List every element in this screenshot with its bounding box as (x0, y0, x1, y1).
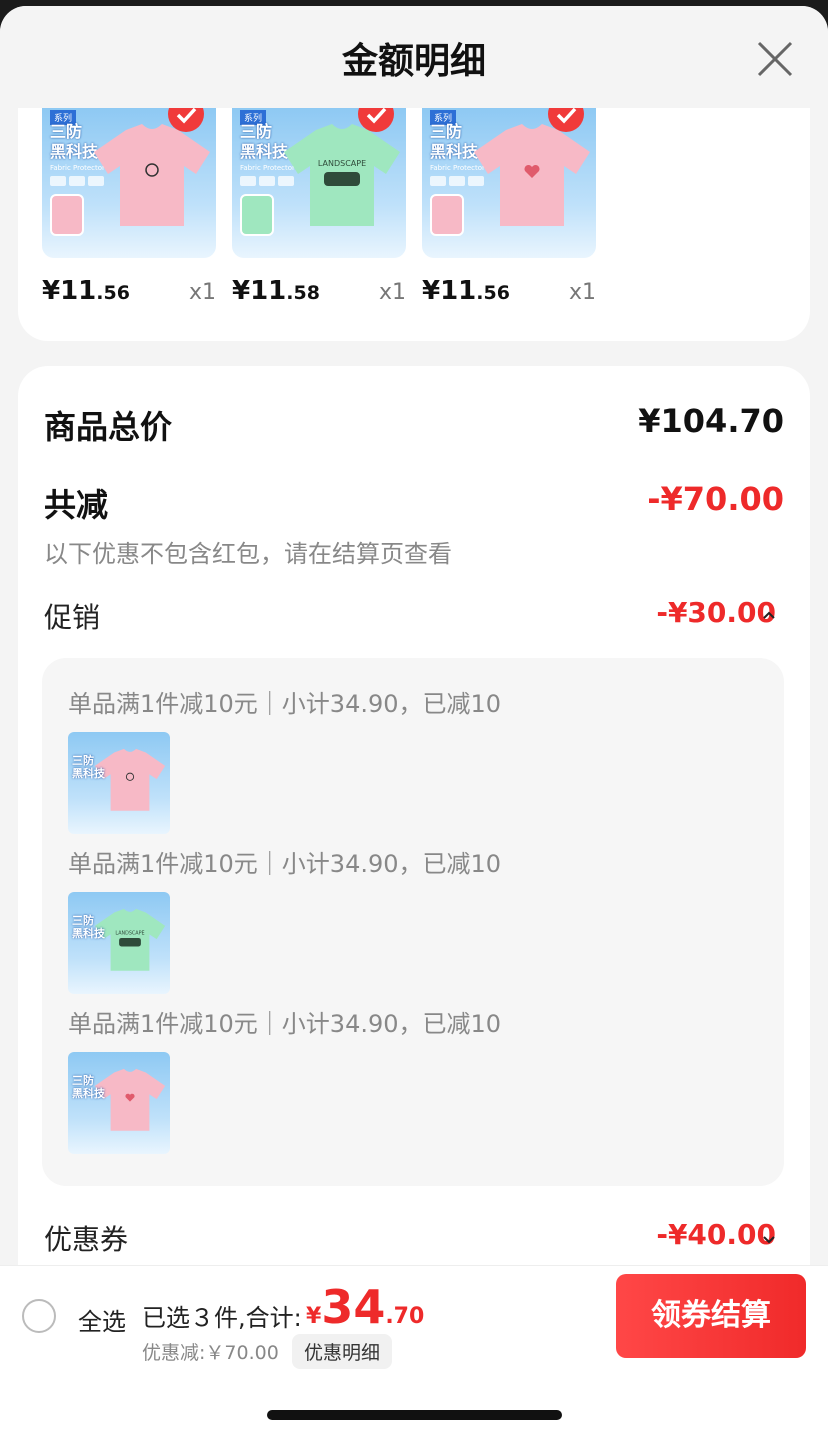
promo-item-thumbnail[interactable]: LANDSCAPE 三防 黑科技 (68, 892, 170, 994)
reduce-value: -¥70.00 (647, 480, 784, 518)
chevron-down-icon[interactable] (762, 1234, 776, 1244)
select-all-radio[interactable] (22, 1299, 56, 1333)
product-item[interactable]: 系列 三防 黑科技 Fabric Protector ¥11.56 x1 (42, 108, 216, 306)
product-quantity: x1 (568, 280, 596, 305)
checkout-button[interactable]: 领券结算 (616, 1274, 806, 1358)
checked-icon[interactable] (358, 108, 394, 132)
goods-total-value: ¥104.70 (638, 402, 784, 440)
reduce-label: 共减 (44, 486, 109, 524)
total-integer: 34 (321, 1280, 386, 1334)
amount-detail-sheet: 金额明细 系列 三防 黑科技 Fabric Protector ¥11.56 x1 系列 三防… (0, 6, 828, 1438)
selected-count-text: 已选３件,合计: (142, 1304, 302, 1332)
product-image[interactable]: 系列 三防 黑科技 Fabric Protector LANDSCAPE (232, 108, 406, 258)
total-currency: ¥ (306, 1304, 322, 1329)
goods-total-label: 商品总价 (44, 408, 173, 446)
chevron-up-icon[interactable] (762, 610, 776, 620)
promo-label[interactable]: 促销 (44, 596, 100, 636)
total-decimal: .70 (385, 1304, 425, 1329)
coupon-label[interactable]: 优惠券 (44, 1218, 128, 1258)
promo-item-text: 单品满1件减10元｜小计34.90，已减10 (68, 1010, 502, 1038)
promo-item-text: 单品满1件减10元｜小计34.90，已减10 (68, 850, 502, 878)
product-image[interactable]: 系列 三防 黑科技 Fabric Protector (422, 108, 596, 258)
fabric-swatch (240, 194, 274, 236)
svg-text:LANDSCAPE: LANDSCAPE (318, 159, 366, 168)
coupon-value[interactable]: -¥40.00 (656, 1218, 776, 1251)
fabric-swatch (50, 194, 84, 236)
sheet-title: 金额明细 (341, 41, 486, 82)
product-quantity: x1 (188, 280, 216, 305)
discount-detail-button[interactable]: 优惠明细 (292, 1334, 393, 1369)
discount-text: 优惠减:￥70.00 (142, 1342, 279, 1364)
total-price: ¥34.70 (306, 1280, 424, 1334)
close-icon[interactable] (752, 36, 798, 82)
product-list-card: 系列 三防 黑科技 Fabric Protector ¥11.56 x1 系列 三防 黑科技 Fa… (18, 108, 810, 341)
promo-item-thumbnail[interactable]: 三防 黑科技 (68, 732, 170, 834)
reduce-note: 以下优惠不包含红包，请在结算页查看 (44, 540, 452, 568)
product-image[interactable]: 系列 三防 黑科技 Fabric Protector (42, 108, 216, 258)
product-item[interactable]: 系列 三防 黑科技 Fabric Protector ¥11.56 x1 (422, 108, 596, 306)
product-item[interactable]: 系列 三防 黑科技 Fabric Protector LANDSCAPE ¥11.58 x1 (232, 108, 406, 306)
product-price: ¥11.56 (422, 276, 510, 306)
promo-items-box: 单品满1件减10元｜小计34.90，已减10 三防 黑科技 单品满1件减10元｜小计3… (42, 658, 784, 1186)
promo-item-text: 单品满1件减10元｜小计34.90，已减10 (68, 690, 502, 718)
select-all-label[interactable]: 全选 (78, 1302, 126, 1337)
product-price: ¥11.56 (42, 276, 130, 306)
product-quantity: x1 (378, 280, 406, 305)
promo-value[interactable]: -¥30.00 (656, 596, 776, 629)
home-indicator (267, 1410, 562, 1420)
fabric-swatch (430, 194, 464, 236)
checked-icon[interactable] (168, 108, 204, 132)
svg-text:LANDSCAPE: LANDSCAPE (115, 930, 144, 936)
checked-icon[interactable] (548, 108, 584, 132)
product-price: ¥11.58 (232, 276, 320, 306)
sheet-header: 金额明细 (0, 6, 828, 108)
promo-item-thumbnail[interactable]: 三防 黑科技 (68, 1052, 170, 1154)
